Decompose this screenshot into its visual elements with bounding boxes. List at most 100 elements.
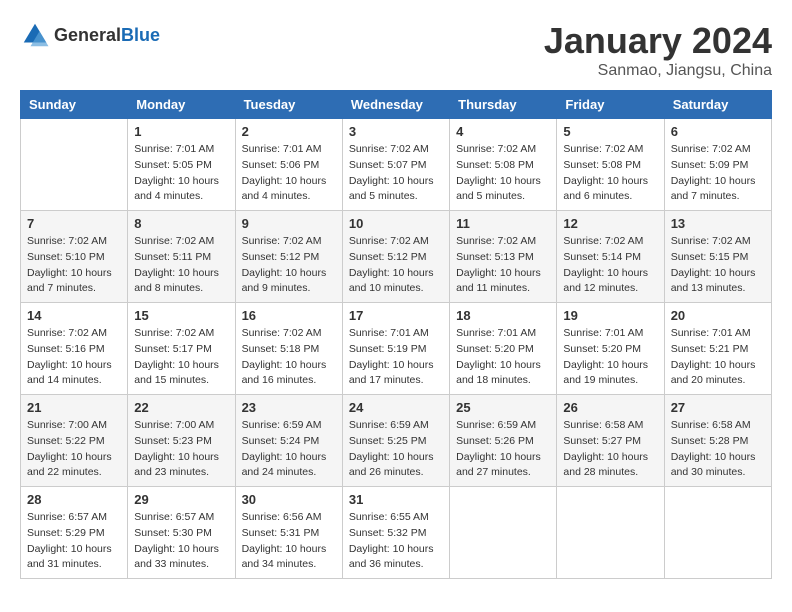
month-title: January 2024 — [544, 20, 772, 62]
calendar-cell: 25 Sunrise: 6:59 AM Sunset: 5:26 PM Dayli… — [450, 395, 557, 487]
day-info: Sunrise: 6:59 AM Sunset: 5:24 PM Dayligh… — [242, 418, 336, 481]
col-header-wednesday: Wednesday — [342, 91, 449, 119]
calendar-cell: 12 Sunrise: 7:02 AM Sunset: 5:14 PM Dayli… — [557, 211, 664, 303]
day-number: 9 — [242, 216, 336, 231]
day-info: Sunrise: 6:55 AM Sunset: 5:32 PM Dayligh… — [349, 510, 443, 573]
col-header-thursday: Thursday — [450, 91, 557, 119]
day-number: 31 — [349, 492, 443, 507]
day-number: 30 — [242, 492, 336, 507]
week-row-2: 7 Sunrise: 7:02 AM Sunset: 5:10 PM Daylig… — [21, 211, 772, 303]
day-number: 18 — [456, 308, 550, 323]
day-info: Sunrise: 7:02 AM Sunset: 5:16 PM Dayligh… — [27, 326, 121, 389]
location-title: Sanmao, Jiangsu, China — [544, 62, 772, 80]
day-info: Sunrise: 6:59 AM Sunset: 5:25 PM Dayligh… — [349, 418, 443, 481]
day-info: Sunrise: 7:02 AM Sunset: 5:14 PM Dayligh… — [563, 234, 657, 297]
day-info: Sunrise: 7:01 AM Sunset: 5:20 PM Dayligh… — [456, 326, 550, 389]
day-number: 20 — [671, 308, 765, 323]
day-number: 29 — [134, 492, 228, 507]
day-info: Sunrise: 6:58 AM Sunset: 5:28 PM Dayligh… — [671, 418, 765, 481]
week-row-5: 28 Sunrise: 6:57 AM Sunset: 5:29 PM Dayli… — [21, 487, 772, 579]
day-info: Sunrise: 7:02 AM Sunset: 5:09 PM Dayligh… — [671, 142, 765, 205]
calendar-cell: 4 Sunrise: 7:02 AM Sunset: 5:08 PM Daylig… — [450, 119, 557, 211]
calendar-cell: 18 Sunrise: 7:01 AM Sunset: 5:20 PM Dayli… — [450, 303, 557, 395]
day-info: Sunrise: 7:01 AM Sunset: 5:06 PM Dayligh… — [242, 142, 336, 205]
day-number: 24 — [349, 400, 443, 415]
day-number: 7 — [27, 216, 121, 231]
day-info: Sunrise: 7:02 AM Sunset: 5:08 PM Dayligh… — [456, 142, 550, 205]
day-number: 15 — [134, 308, 228, 323]
day-info: Sunrise: 7:02 AM Sunset: 5:15 PM Dayligh… — [671, 234, 765, 297]
day-info: Sunrise: 7:01 AM Sunset: 5:20 PM Dayligh… — [563, 326, 657, 389]
col-header-tuesday: Tuesday — [235, 91, 342, 119]
col-header-sunday: Sunday — [21, 91, 128, 119]
calendar-cell — [450, 487, 557, 579]
week-row-3: 14 Sunrise: 7:02 AM Sunset: 5:16 PM Dayli… — [21, 303, 772, 395]
day-info: Sunrise: 6:57 AM Sunset: 5:29 PM Dayligh… — [27, 510, 121, 573]
calendar-cell: 22 Sunrise: 7:00 AM Sunset: 5:23 PM Dayli… — [128, 395, 235, 487]
day-info: Sunrise: 7:02 AM Sunset: 5:13 PM Dayligh… — [456, 234, 550, 297]
day-info: Sunrise: 7:00 AM Sunset: 5:23 PM Dayligh… — [134, 418, 228, 481]
calendar-cell: 23 Sunrise: 6:59 AM Sunset: 5:24 PM Dayli… — [235, 395, 342, 487]
day-info: Sunrise: 7:02 AM Sunset: 5:10 PM Dayligh… — [27, 234, 121, 297]
day-number: 27 — [671, 400, 765, 415]
day-number: 3 — [349, 124, 443, 139]
day-number: 28 — [27, 492, 121, 507]
calendar-cell: 27 Sunrise: 6:58 AM Sunset: 5:28 PM Dayli… — [664, 395, 771, 487]
calendar-cell: 8Sunrise: 7:02 AM Sunset: 5:11 PM Daylig… — [128, 211, 235, 303]
calendar-cell: 29Sunrise: 6:57 AM Sunset: 5:30 PM Dayli… — [128, 487, 235, 579]
day-info: Sunrise: 7:02 AM Sunset: 5:12 PM Dayligh… — [242, 234, 336, 297]
day-number: 19 — [563, 308, 657, 323]
calendar-cell: 1Sunrise: 7:01 AM Sunset: 5:05 PM Daylig… — [128, 119, 235, 211]
logo-general: General — [54, 25, 121, 45]
day-number: 4 — [456, 124, 550, 139]
col-header-monday: Monday — [128, 91, 235, 119]
day-info: Sunrise: 7:02 AM Sunset: 5:12 PM Dayligh… — [349, 234, 443, 297]
calendar-cell — [557, 487, 664, 579]
day-info: Sunrise: 6:59 AM Sunset: 5:26 PM Dayligh… — [456, 418, 550, 481]
day-info: Sunrise: 7:01 AM Sunset: 5:21 PM Dayligh… — [671, 326, 765, 389]
day-number: 10 — [349, 216, 443, 231]
logo-blue: Blue — [121, 25, 160, 45]
calendar-table: SundayMondayTuesdayWednesdayThursdayFrid… — [20, 90, 772, 579]
calendar-cell: 11 Sunrise: 7:02 AM Sunset: 5:13 PM Dayli… — [450, 211, 557, 303]
day-number: 23 — [242, 400, 336, 415]
day-info: Sunrise: 7:02 AM Sunset: 5:07 PM Dayligh… — [349, 142, 443, 205]
day-info: Sunrise: 7:02 AM Sunset: 5:08 PM Dayligh… — [563, 142, 657, 205]
day-number: 1 — [134, 124, 228, 139]
day-info: Sunrise: 6:56 AM Sunset: 5:31 PM Dayligh… — [242, 510, 336, 573]
calendar-cell: 3 Sunrise: 7:02 AM Sunset: 5:07 PM Daylig… — [342, 119, 449, 211]
calendar-cell: 14 Sunrise: 7:02 AM Sunset: 5:16 PM Dayli… — [21, 303, 128, 395]
day-info: Sunrise: 7:01 AM Sunset: 5:19 PM Dayligh… — [349, 326, 443, 389]
day-number: 12 — [563, 216, 657, 231]
day-number: 21 — [27, 400, 121, 415]
calendar-cell: 13Sunrise: 7:02 AM Sunset: 5:15 PM Dayli… — [664, 211, 771, 303]
calendar-cell: 16Sunrise: 7:02 AM Sunset: 5:18 PM Dayli… — [235, 303, 342, 395]
day-info: Sunrise: 7:02 AM Sunset: 5:11 PM Dayligh… — [134, 234, 228, 297]
logo-icon — [20, 20, 50, 50]
calendar-header-row: SundayMondayTuesdayWednesdayThursdayFrid… — [21, 91, 772, 119]
day-number: 6 — [671, 124, 765, 139]
week-row-1: 1Sunrise: 7:01 AM Sunset: 5:05 PM Daylig… — [21, 119, 772, 211]
day-number: 26 — [563, 400, 657, 415]
day-number: 14 — [27, 308, 121, 323]
calendar-cell: 24 Sunrise: 6:59 AM Sunset: 5:25 PM Dayli… — [342, 395, 449, 487]
calendar-cell: 9 Sunrise: 7:02 AM Sunset: 5:12 PM Daylig… — [235, 211, 342, 303]
day-number: 5 — [563, 124, 657, 139]
day-info: Sunrise: 6:58 AM Sunset: 5:27 PM Dayligh… — [563, 418, 657, 481]
day-number: 11 — [456, 216, 550, 231]
week-row-4: 21 Sunrise: 7:00 AM Sunset: 5:22 PM Dayli… — [21, 395, 772, 487]
day-info: Sunrise: 7:00 AM Sunset: 5:22 PM Dayligh… — [27, 418, 121, 481]
calendar-cell: 2 Sunrise: 7:01 AM Sunset: 5:06 PM Daylig… — [235, 119, 342, 211]
calendar-cell: 17 Sunrise: 7:01 AM Sunset: 5:19 PM Dayli… — [342, 303, 449, 395]
day-number: 17 — [349, 308, 443, 323]
calendar-cell — [21, 119, 128, 211]
title-area: January 2024 Sanmao, Jiangsu, China — [544, 20, 772, 80]
day-number: 25 — [456, 400, 550, 415]
calendar-cell: 6 Sunrise: 7:02 AM Sunset: 5:09 PM Daylig… — [664, 119, 771, 211]
day-number: 22 — [134, 400, 228, 415]
day-info: Sunrise: 7:02 AM Sunset: 5:17 PM Dayligh… — [134, 326, 228, 389]
calendar-cell: 5 Sunrise: 7:02 AM Sunset: 5:08 PM Daylig… — [557, 119, 664, 211]
logo-text: GeneralBlue — [54, 25, 160, 46]
calendar-cell: 19 Sunrise: 7:01 AM Sunset: 5:20 PM Dayli… — [557, 303, 664, 395]
day-number: 2 — [242, 124, 336, 139]
